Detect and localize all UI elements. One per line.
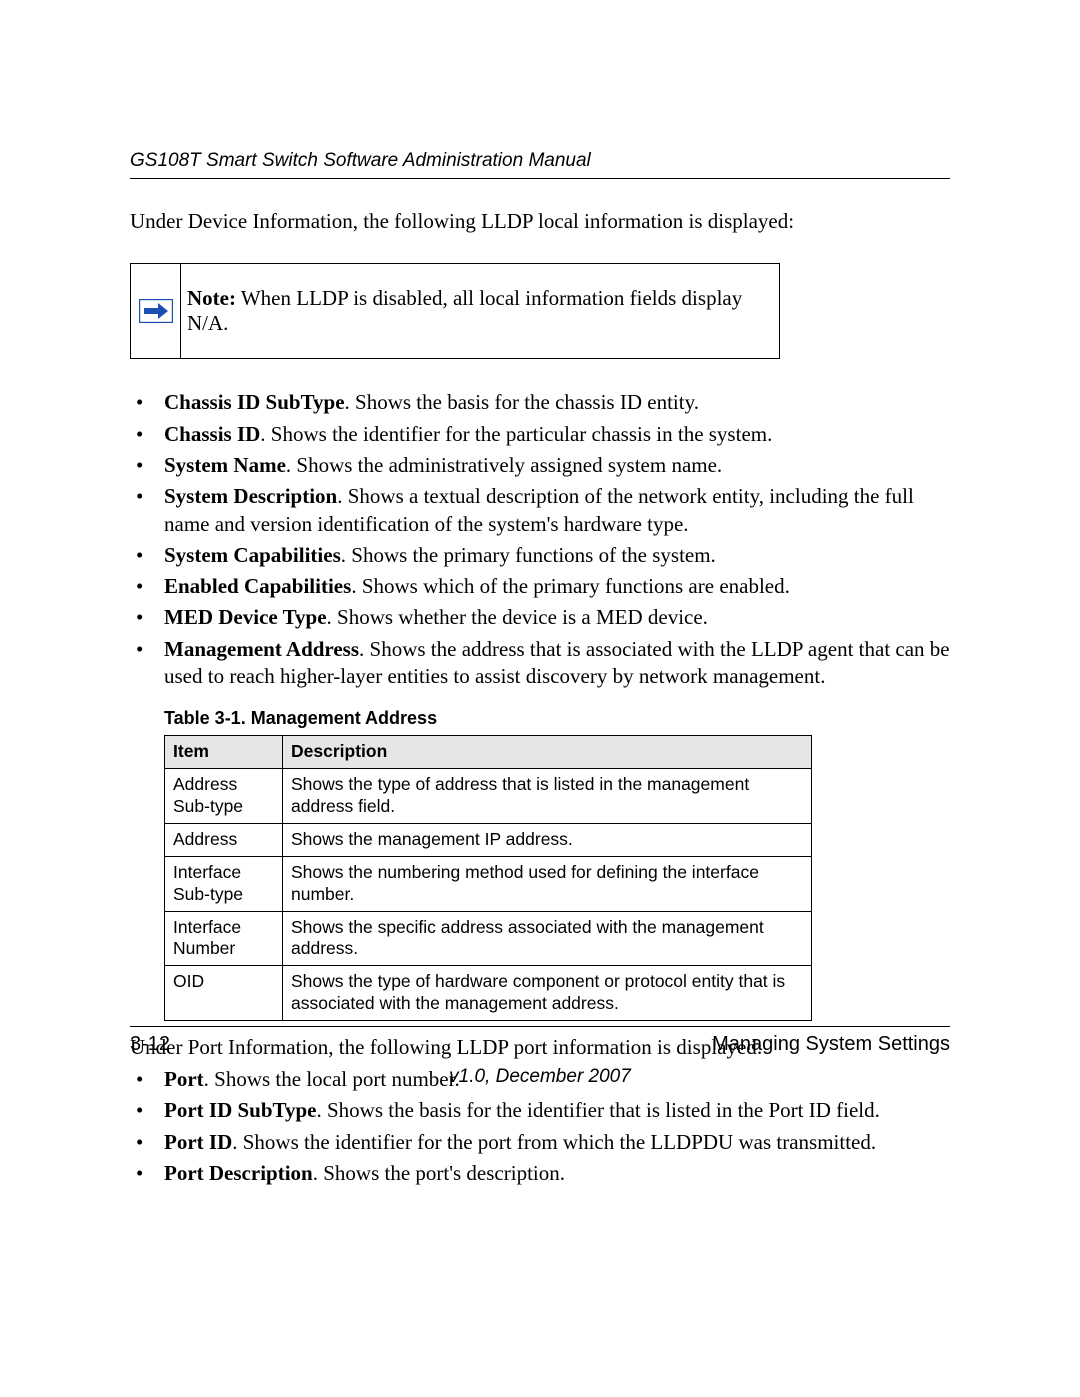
footer-rule xyxy=(130,1026,950,1027)
list-item: System Name. Shows the administratively … xyxy=(130,452,950,479)
term: Management Address xyxy=(164,637,359,661)
list-item: Chassis ID SubType. Shows the basis for … xyxy=(130,389,950,416)
cell-desc: Shows the numbering method used for defi… xyxy=(283,856,812,911)
page-number: 3-12 xyxy=(130,1033,170,1056)
note-label: Note: xyxy=(187,286,236,310)
desc: . Shows the identifier for the particula… xyxy=(260,422,772,446)
intro-paragraph: Under Device Information, the following … xyxy=(130,207,950,235)
list-item: MED Device Type. Shows whether the devic… xyxy=(130,604,950,631)
list-item: Chassis ID. Shows the identifier for the… xyxy=(130,421,950,448)
list-item: Port ID. Shows the identifier for the po… xyxy=(130,1129,950,1156)
note-text: Note: When LLDP is disabled, all local i… xyxy=(181,264,779,358)
term: Port ID xyxy=(164,1130,232,1154)
list-item: Port ID SubType. Shows the basis for the… xyxy=(130,1097,950,1124)
list-item: Management Address. Shows the address th… xyxy=(130,636,950,691)
desc: . Shows whether the device is a MED devi… xyxy=(327,605,708,629)
note-body: When LLDP is disabled, all local informa… xyxy=(187,286,742,335)
term: System Capabilities xyxy=(164,543,341,567)
cell-desc: Shows the type of hardware component or … xyxy=(283,966,812,1021)
desc: . Shows the basis for the chassis ID ent… xyxy=(345,390,699,414)
section-title: Managing System Settings xyxy=(712,1033,950,1056)
running-head: GS108T Smart Switch Software Administrat… xyxy=(130,150,950,172)
desc: . Shows which of the primary functions a… xyxy=(351,574,790,598)
desc: . Shows the port's description. xyxy=(313,1161,565,1185)
term: Chassis ID xyxy=(164,422,260,446)
version-line: v1.0, December 2007 xyxy=(130,1066,950,1088)
desc: . Shows the administratively assigned sy… xyxy=(286,453,722,477)
table-header-row: Item Description xyxy=(165,736,812,769)
desc: . Shows the basis for the identifier tha… xyxy=(316,1098,879,1122)
term: Chassis ID SubType xyxy=(164,390,345,414)
desc: . Shows the identifier for the port from… xyxy=(232,1130,876,1154)
term: MED Device Type xyxy=(164,605,327,629)
cell-desc: Shows the management IP address. xyxy=(283,823,812,856)
table-row: Interface Sub-type Shows the numbering m… xyxy=(165,856,812,911)
table-caption: Table 3-1. Management Address xyxy=(164,708,950,729)
col-header-desc: Description xyxy=(283,736,812,769)
cell-item: Address xyxy=(165,823,283,856)
term: Port ID SubType xyxy=(164,1098,316,1122)
device-info-list: Chassis ID SubType. Shows the basis for … xyxy=(130,389,950,690)
list-item: Port Description. Shows the port's descr… xyxy=(130,1160,950,1187)
list-item: System Description. Shows a textual desc… xyxy=(130,483,950,538)
note-box: Note: When LLDP is disabled, all local i… xyxy=(130,263,780,359)
cell-item: Interface Sub-type xyxy=(165,856,283,911)
cell-desc: Shows the type of address that is listed… xyxy=(283,769,812,824)
cell-desc: Shows the specific address associated wi… xyxy=(283,911,812,966)
list-item: System Capabilities. Shows the primary f… xyxy=(130,542,950,569)
table-row: Address Shows the management IP address. xyxy=(165,823,812,856)
table-row: Address Sub-type Shows the type of addre… xyxy=(165,769,812,824)
page-footer: 3-12 Managing System Settings v1.0, Dece… xyxy=(130,1026,950,1088)
table-row: Interface Number Shows the specific addr… xyxy=(165,911,812,966)
desc: . Shows the primary functions of the sys… xyxy=(341,543,716,567)
cell-item: Interface Number xyxy=(165,911,283,966)
list-item: Enabled Capabilities. Shows which of the… xyxy=(130,573,950,600)
term: System Name xyxy=(164,453,286,477)
col-header-item: Item xyxy=(165,736,283,769)
header-rule xyxy=(130,178,950,179)
management-address-table: Item Description Address Sub-type Shows … xyxy=(164,735,812,1021)
note-icon-cell xyxy=(131,264,181,358)
term: Enabled Capabilities xyxy=(164,574,351,598)
table-row: OID Shows the type of hardware component… xyxy=(165,966,812,1021)
arrow-right-icon xyxy=(139,299,173,323)
cell-item: OID xyxy=(165,966,283,1021)
term: Port Description xyxy=(164,1161,313,1185)
term: System Description xyxy=(164,484,337,508)
cell-item: Address Sub-type xyxy=(165,769,283,824)
